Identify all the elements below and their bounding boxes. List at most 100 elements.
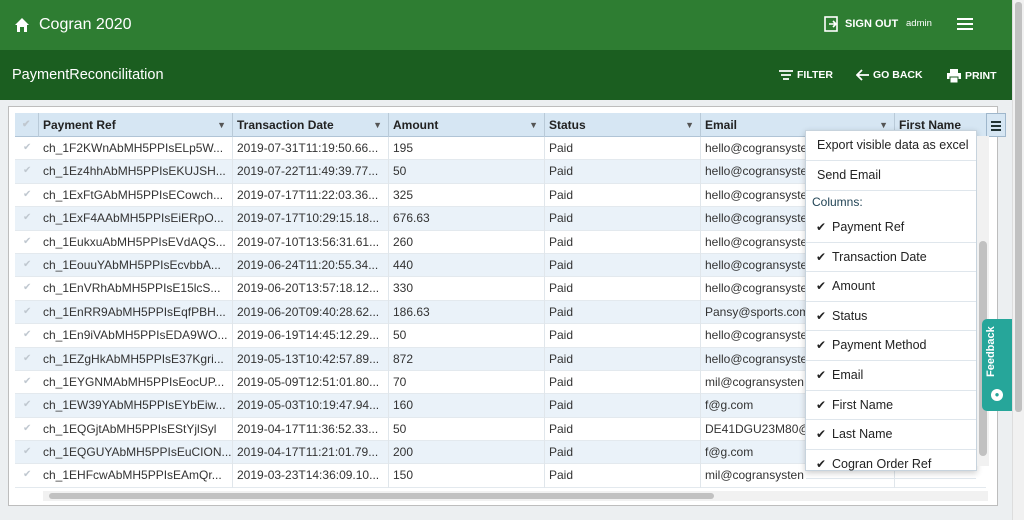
table-cell: Paid xyxy=(545,300,701,325)
table-cell: 2019-04-17T11:21:01.79... xyxy=(233,441,389,465)
app-title: Cogran 2020 xyxy=(39,16,132,33)
printer-icon xyxy=(947,69,961,83)
column-toggle-item[interactable]: ✔ Amount xyxy=(806,272,976,302)
row-checkbox[interactable]: ✔ xyxy=(23,259,33,270)
table-cell: 2019-07-31T11:19:50.66... xyxy=(233,137,389,161)
column-toggle-label: Payment Method xyxy=(832,338,927,353)
table-cell: ch_1EZgHkAbMH5PPIsE37Kgri... xyxy=(39,347,233,371)
table-cell: ch_1EnRR9AbMH5PPIsEqfPBH... xyxy=(39,300,233,325)
home-icon[interactable] xyxy=(14,17,30,33)
row-checkbox[interactable]: ✔ xyxy=(23,353,33,364)
table-cell: ch_1ExF4AAbMH5PPIsEiERpO... xyxy=(39,207,233,231)
table-cell: 195 xyxy=(389,137,545,161)
column-toggle-label: Last Name xyxy=(832,427,893,442)
feedback-tab[interactable]: Feedback ● xyxy=(982,319,1012,411)
table-cell: Paid xyxy=(545,183,701,208)
table-cell: 2019-06-19T14:45:12.29... xyxy=(233,324,389,348)
table-cell: 2019-07-17T11:22:03.36... xyxy=(233,183,389,208)
username: admin xyxy=(906,18,932,29)
column-toggle-item[interactable]: ✔ Last Name xyxy=(806,420,976,450)
check-icon: ✔ xyxy=(816,308,827,323)
row-checkbox[interactable]: ✔ xyxy=(23,400,33,410)
column-toggle-item[interactable]: ✔ Cogran Order Ref xyxy=(806,450,976,480)
filter-button[interactable]: FILTER xyxy=(778,69,833,81)
column-header-transaction-date[interactable]: Transaction Date ▼ xyxy=(233,113,389,137)
column-toggle-item[interactable]: ✔ Payment Ref xyxy=(806,213,976,243)
go-back-button[interactable]: GO BACK xyxy=(856,69,923,81)
feedback-label: Feedback xyxy=(985,326,997,377)
sign-out-label: SIGN OUT xyxy=(845,18,899,30)
feedback-icon: ● xyxy=(991,389,1003,401)
row-checkbox[interactable]: ✔ xyxy=(23,470,33,480)
table-cell: 2019-06-20T09:40:28.62... xyxy=(233,300,389,325)
row-checkbox[interactable]: ✔ xyxy=(23,306,33,317)
table-cell: 2019-07-17T10:29:15.18... xyxy=(233,207,389,231)
table-cell: 330 xyxy=(389,277,545,301)
check-icon: ✔ xyxy=(816,427,827,442)
column-header-status[interactable]: Status ▼ xyxy=(545,113,701,137)
check-icon: ✔ xyxy=(816,397,827,412)
filter-icon xyxy=(779,70,793,80)
column-header-payment-ref[interactable]: Payment Ref ▼ xyxy=(39,113,233,137)
table-cell: Paid xyxy=(545,137,701,161)
row-checkbox[interactable]: ✔ xyxy=(23,376,33,387)
print-button[interactable]: PRINT xyxy=(946,69,997,83)
row-checkbox[interactable]: ✔ xyxy=(23,166,33,176)
table-cell: 676.63 xyxy=(389,207,545,231)
check-icon: ✔ xyxy=(816,220,827,234)
table-cell: ch_1F2KWnAbMH5PPIsELp5W... xyxy=(39,137,233,161)
table-cell: 2019-03-23T14:36:09.10... xyxy=(233,464,389,488)
page-scrollbar[interactable] xyxy=(1012,0,1024,520)
go-back-label: GO BACK xyxy=(873,69,923,81)
table-cell: 260 xyxy=(389,230,545,254)
row-checkbox[interactable]: ✔ xyxy=(23,423,33,434)
column-toggle-item[interactable]: ✔ Transaction Date xyxy=(806,243,976,273)
arrow-left-icon xyxy=(856,69,869,81)
table-cell: ch_1EQGUYAbMH5PPIsEuCION... xyxy=(39,441,233,465)
chevron-down-icon: ▼ xyxy=(685,120,694,130)
hamburger-menu-icon[interactable] xyxy=(957,18,973,33)
table-cell: 50 xyxy=(389,160,545,184)
table-cell: ch_1EouuYAbMH5PPIsEcvbbA... xyxy=(39,253,233,278)
column-toggle-label: Status xyxy=(832,308,868,323)
column-toggle-item[interactable]: ✔ Payment Method xyxy=(806,331,976,361)
table-cell: Paid xyxy=(545,464,701,488)
check-icon: ✔ xyxy=(816,279,827,294)
table-cell: 2019-07-22T11:49:39.77... xyxy=(233,160,389,184)
table-cell: ch_1Ez4hhAbMH5PPIsEKUJSH... xyxy=(39,160,233,184)
export-excel-item[interactable]: Export visible data as excel xyxy=(806,131,976,161)
row-checkbox[interactable]: ✔ xyxy=(23,236,33,247)
menu-scrollbar[interactable] xyxy=(977,136,989,466)
table-cell: 2019-07-10T13:56:31.61... xyxy=(233,230,389,254)
column-toggle-label: Email xyxy=(832,367,864,382)
column-toggle-item[interactable]: ✔ First Name xyxy=(806,391,976,421)
row-checkbox[interactable]: ✔ xyxy=(23,447,33,457)
chevron-down-icon: ▼ xyxy=(373,120,382,130)
row-checkbox[interactable]: ✔ xyxy=(23,330,33,340)
column-toggle-label: Transaction Date xyxy=(832,249,927,264)
check-icon: ✔ xyxy=(816,338,827,353)
send-email-item[interactable]: Send Email xyxy=(806,161,976,191)
table-cell: ch_1EukxuAbMH5PPIsEVdAQS... xyxy=(39,230,233,254)
chevron-down-icon: ▼ xyxy=(529,120,538,130)
row-checkbox[interactable]: ✔ xyxy=(23,213,33,223)
row-checkbox[interactable]: ✔ xyxy=(23,143,33,153)
table-cell: 325 xyxy=(389,183,545,208)
column-toggle-item[interactable]: ✔ Status xyxy=(806,302,976,332)
table-cell: 70 xyxy=(389,370,545,395)
column-toggle-item[interactable]: ✔ Email xyxy=(806,361,976,391)
check-icon: ✔ xyxy=(816,367,827,382)
column-toggle-label: Payment Ref xyxy=(832,220,905,234)
select-all-checkbox[interactable]: ✔ xyxy=(15,113,39,137)
horizontal-scrollbar[interactable] xyxy=(43,491,988,501)
column-toggle-label: First Name xyxy=(832,397,894,412)
column-header-amount[interactable]: Amount ▼ xyxy=(389,113,545,137)
table-cell: ch_1EYGNMAbMH5PPIsEocUP... xyxy=(39,370,233,395)
table-cell: 2019-06-24T11:20:55.34... xyxy=(233,253,389,278)
sign-out-button[interactable]: SIGN OUT xyxy=(824,16,898,32)
table-cell: 872 xyxy=(389,347,545,371)
table-cell: ch_1ExFtGAbMH5PPIsECowch... xyxy=(39,183,233,208)
row-checkbox[interactable]: ✔ xyxy=(23,189,33,200)
row-checkbox[interactable]: ✔ xyxy=(23,283,33,293)
grid-menu-button[interactable] xyxy=(986,113,1006,137)
